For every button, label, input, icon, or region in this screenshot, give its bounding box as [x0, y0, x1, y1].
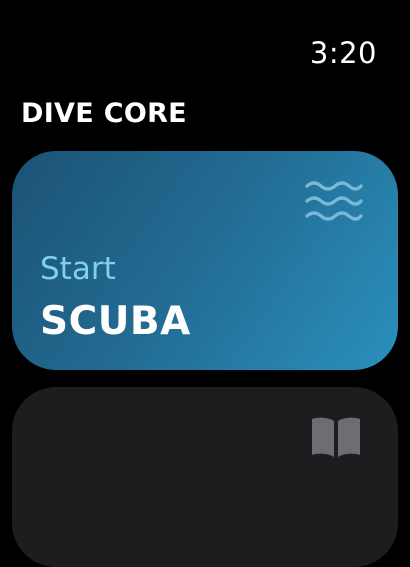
card-subtitle: Start [40, 251, 116, 287]
status-time: 3:20 [309, 36, 377, 70]
app-title: DIVE CORE [21, 98, 187, 129]
dive-log-card[interactable] [12, 387, 398, 567]
card-title: SCUBA [40, 299, 191, 344]
waves-icon [305, 181, 363, 221]
start-scuba-card[interactable]: Start SCUBA [12, 151, 398, 370]
book-icon [312, 417, 360, 457]
